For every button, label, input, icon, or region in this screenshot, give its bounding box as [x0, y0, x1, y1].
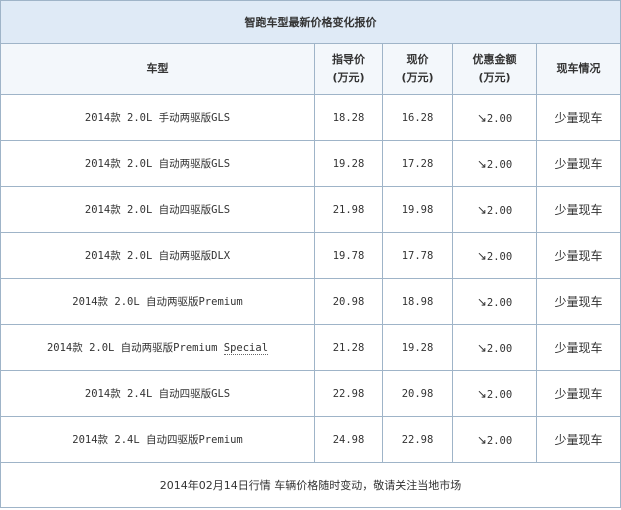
down-arrow-icon: ↘ [476, 248, 487, 263]
discount-value: 2.00 [486, 250, 513, 263]
discount-cell: ↘2.00 [452, 370, 537, 417]
header-guide-price: 指导价 (万元) [314, 43, 383, 95]
down-arrow-icon: ↘ [476, 340, 487, 355]
price-table: 智跑车型最新价格变化报价 车型 指导价 (万元) 现价 (万元) 优惠金额 (万元) … [0, 0, 621, 508]
discount-cell: ↘2.00 [452, 278, 537, 325]
header-guide-price-unit: (万元) [332, 71, 365, 84]
discount-value: 2.00 [486, 342, 513, 355]
guide-price-cell: 19.78 [314, 232, 383, 279]
guide-price-cell: 18.28 [314, 94, 383, 141]
model-name: 2014款 2.4L 自动四驱版Premium [72, 434, 243, 446]
current-price-cell: 17.78 [382, 232, 453, 279]
table-row: 2014款 2.0L 自动四驱版GLS 21.98 19.98 ↘2.00 少量… [0, 186, 621, 233]
discount-value: 2.00 [486, 388, 513, 401]
current-price-cell: 16.28 [382, 94, 453, 141]
footer-row: 2014年02月14日行情 车辆价格随时变动，敬请关注当地市场 [0, 462, 621, 508]
header-model: 车型 [0, 43, 315, 95]
down-arrow-icon: ↘ [476, 432, 487, 447]
guide-price-cell: 24.98 [314, 416, 383, 463]
header-current-price-label: 现价 [406, 53, 429, 66]
guide-price-cell: 21.98 [314, 186, 383, 233]
footer-note: 2014年02月14日行情 车辆价格随时变动，敬请关注当地市场 [0, 462, 621, 508]
down-arrow-icon: ↘ [476, 110, 487, 125]
down-arrow-icon: ↘ [476, 294, 487, 309]
stock-cell: 少量现车 [535, 416, 621, 463]
model-cell: 2014款 2.0L 自动两驱版Premium Special [0, 324, 315, 371]
model-name: 2014款 2.4L 自动四驱版GLS [84, 388, 231, 400]
discount-value: 2.00 [486, 296, 513, 309]
model-cell: 2014款 2.4L 自动四驱版GLS [0, 370, 315, 417]
table-row: 2014款 2.0L 自动两驱版GLS 19.28 17.28 ↘2.00 少量… [0, 140, 621, 187]
model-name: 2014款 2.0L 手动两驱版GLS [84, 112, 231, 124]
current-price-cell: 17.28 [382, 140, 453, 187]
current-price-cell: 19.28 [382, 324, 453, 371]
down-arrow-icon: ↘ [476, 386, 487, 401]
table-row: 2014款 2.0L 自动两驱版Premium 20.98 18.98 ↘2.0… [0, 278, 621, 325]
model-name: 2014款 2.0L 自动两驱版GLS [84, 158, 231, 170]
current-price-cell: 20.98 [382, 370, 453, 417]
discount-cell: ↘2.00 [452, 232, 537, 279]
stock-cell: 少量现车 [535, 94, 621, 141]
discount-value: 2.00 [486, 158, 513, 171]
model-cell: 2014款 2.0L 自动四驱版GLS [0, 186, 315, 233]
header-row: 车型 指导价 (万元) 现价 (万元) 优惠金额 (万元) 现车情况 [0, 43, 621, 95]
stock-cell: 少量现车 [535, 370, 621, 417]
table-row: 2014款 2.0L 手动两驱版GLS 18.28 16.28 ↘2.00 少量… [0, 94, 621, 141]
current-price-cell: 19.98 [382, 186, 453, 233]
model-cell: 2014款 2.0L 自动两驱版Premium [0, 278, 315, 325]
down-arrow-icon: ↘ [476, 156, 487, 171]
discount-cell: ↘2.00 [452, 94, 537, 141]
discount-value: 2.00 [486, 112, 513, 125]
discount-cell: ↘2.00 [452, 186, 537, 233]
stock-cell: 少量现车 [535, 232, 621, 279]
down-arrow-icon: ↘ [476, 202, 487, 217]
model-name: 2014款 2.0L 自动两驱版Premium [46, 342, 224, 354]
model-cell: 2014款 2.4L 自动四驱版Premium [0, 416, 315, 463]
guide-price-cell: 19.28 [314, 140, 383, 187]
model-cell: 2014款 2.0L 手动两驱版GLS [0, 94, 315, 141]
guide-price-cell: 22.98 [314, 370, 383, 417]
stock-cell: 少量现车 [535, 140, 621, 187]
table-row: 2014款 2.0L 自动两驱版DLX 19.78 17.78 ↘2.00 少量… [0, 232, 621, 279]
model-cell: 2014款 2.0L 自动两驱版DLX [0, 232, 315, 279]
model-cell: 2014款 2.0L 自动两驱版GLS [0, 140, 315, 187]
stock-cell: 少量现车 [535, 324, 621, 371]
guide-price-cell: 20.98 [314, 278, 383, 325]
table-row: 2014款 2.4L 自动四驱版GLS 22.98 20.98 ↘2.00 少量… [0, 370, 621, 417]
current-price-cell: 18.98 [382, 278, 453, 325]
discount-cell: ↘2.00 [452, 416, 537, 463]
header-guide-price-label: 指导价 [332, 53, 365, 66]
model-name: 2014款 2.0L 自动两驱版DLX [84, 250, 231, 262]
model-name: 2014款 2.0L 自动两驱版Premium [72, 296, 243, 308]
header-current-price: 现价 (万元) [382, 43, 453, 95]
table-row: 2014款 2.0L 自动两驱版Premium Special 21.28 19… [0, 324, 621, 371]
table-row: 2014款 2.4L 自动四驱版Premium 24.98 22.98 ↘2.0… [0, 416, 621, 463]
header-discount: 优惠金额 (万元) [452, 43, 537, 95]
discount-value: 2.00 [486, 434, 513, 447]
model-name: 2014款 2.0L 自动四驱版GLS [84, 204, 231, 216]
header-discount-unit: (万元) [478, 71, 511, 84]
guide-price-cell: 21.28 [314, 324, 383, 371]
table-title: 智跑车型最新价格变化报价 [0, 0, 621, 44]
header-discount-label: 优惠金额 [472, 53, 517, 66]
header-current-price-unit: (万元) [401, 71, 434, 84]
current-price-cell: 22.98 [382, 416, 453, 463]
model-name-link[interactable]: Special [223, 342, 269, 355]
discount-cell: ↘2.00 [452, 140, 537, 187]
header-stock: 现车情况 [535, 43, 621, 95]
stock-cell: 少量现车 [535, 186, 621, 233]
discount-cell: ↘2.00 [452, 324, 537, 371]
stock-cell: 少量现车 [535, 278, 621, 325]
discount-value: 2.00 [486, 204, 513, 217]
title-row: 智跑车型最新价格变化报价 [0, 0, 621, 44]
